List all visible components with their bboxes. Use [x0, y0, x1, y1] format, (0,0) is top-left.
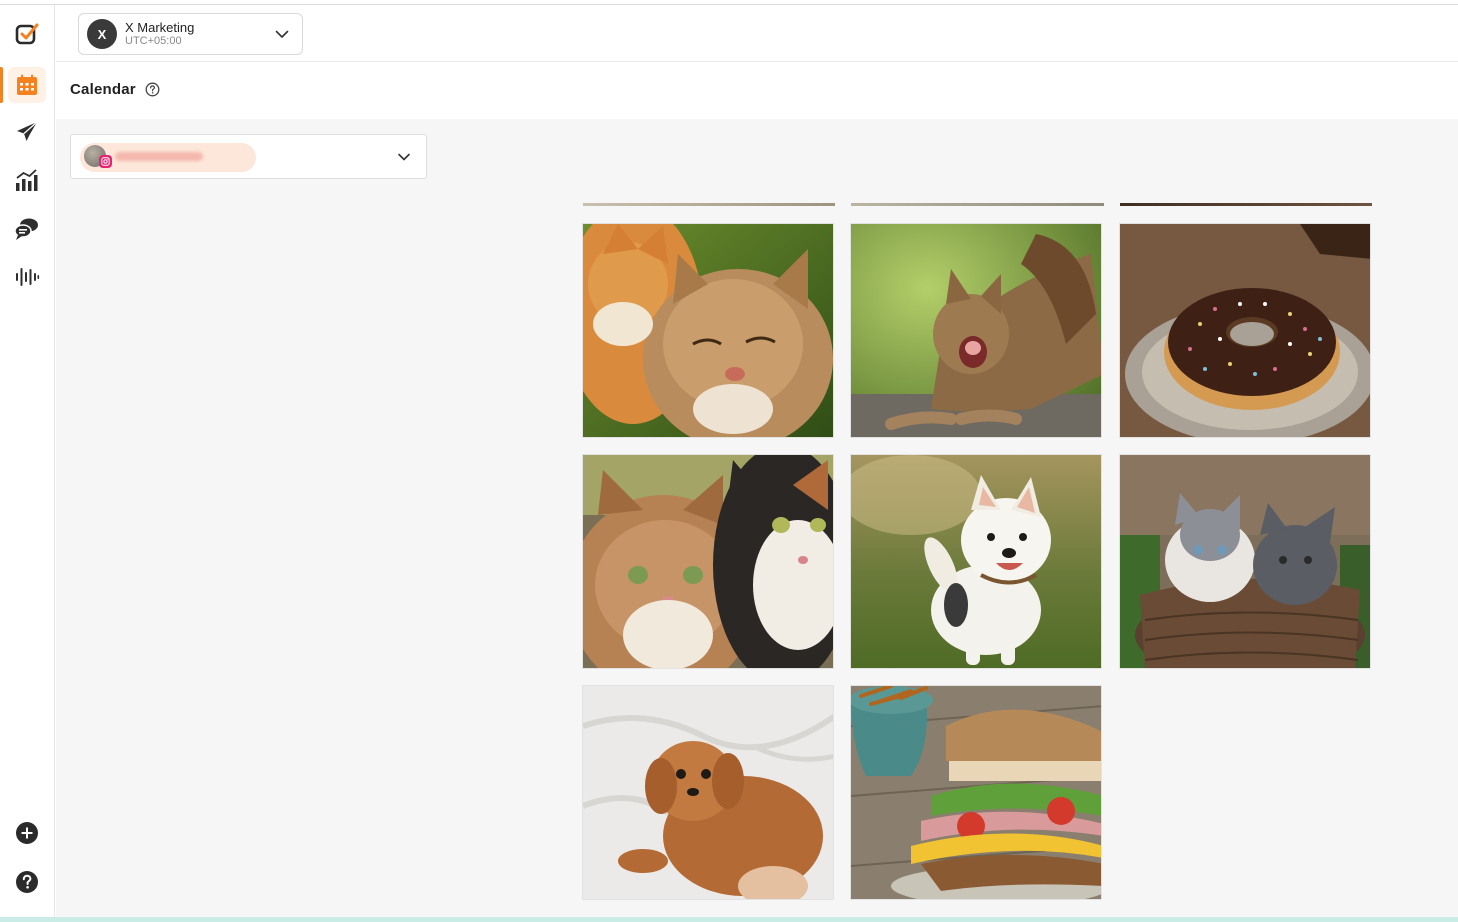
- page-title: Calendar: [70, 81, 136, 98]
- media-tile-kittens-in-basket[interactable]: [1119, 454, 1371, 669]
- workspace-info: X Marketing UTC+05:00: [125, 20, 194, 49]
- chevron-down-icon: [274, 26, 290, 47]
- main-content: [56, 119, 1458, 917]
- media-tile-sandwich[interactable]: [850, 685, 1102, 900]
- media-tile-yawning-cat[interactable]: [850, 223, 1102, 438]
- add-button[interactable]: [0, 816, 54, 854]
- help-button[interactable]: [0, 865, 54, 903]
- sidebar-item-analytics[interactable]: [0, 163, 54, 201]
- plus-circle-icon: [15, 821, 39, 850]
- sound-wave-icon: [14, 264, 40, 295]
- chat-bubbles-icon: [14, 216, 40, 247]
- brand-check-icon: [14, 21, 40, 52]
- account-selector[interactable]: [70, 134, 427, 179]
- workspace-name: X Marketing: [125, 19, 195, 35]
- previous-row-strip: [851, 203, 1104, 206]
- instagram-icon: [99, 155, 112, 168]
- media-tile-two-cats[interactable]: [582, 223, 834, 438]
- paper-plane-icon: [15, 120, 39, 149]
- bottom-border: [0, 917, 1458, 922]
- sidebar-item-calendar[interactable]: [0, 66, 54, 104]
- media-tile-fluffy-brown-puppy[interactable]: [582, 685, 834, 900]
- media-tile-chocolate-donut[interactable]: [1119, 223, 1371, 438]
- previous-row-strip: [583, 203, 835, 206]
- info-help-icon[interactable]: [145, 82, 160, 102]
- previous-row-strip: [1120, 203, 1372, 206]
- sidebar: [0, 5, 55, 917]
- top-header: X X Marketing UTC+05:00: [56, 5, 1458, 62]
- sidebar-item-publish[interactable]: [0, 115, 54, 153]
- page-header: Calendar: [56, 62, 1458, 119]
- sidebar-item-engage[interactable]: [0, 212, 54, 250]
- media-tile-tabby-and-calico-cats[interactable]: [582, 454, 834, 669]
- workspace-avatar: X: [87, 19, 117, 49]
- bar-chart-icon: [14, 167, 40, 198]
- workspace-switcher[interactable]: X X Marketing UTC+05:00: [78, 13, 303, 55]
- workspace-timezone: UTC+05:00: [125, 35, 182, 48]
- question-circle-icon: [15, 870, 39, 899]
- redacted-account-name: [115, 152, 203, 161]
- brand-logo[interactable]: [0, 17, 54, 55]
- chevron-down-icon: [396, 149, 412, 170]
- sidebar-item-listening[interactable]: [0, 260, 54, 298]
- calendar-icon: [8, 67, 46, 103]
- media-tile-happy-white-puppy[interactable]: [850, 454, 1102, 669]
